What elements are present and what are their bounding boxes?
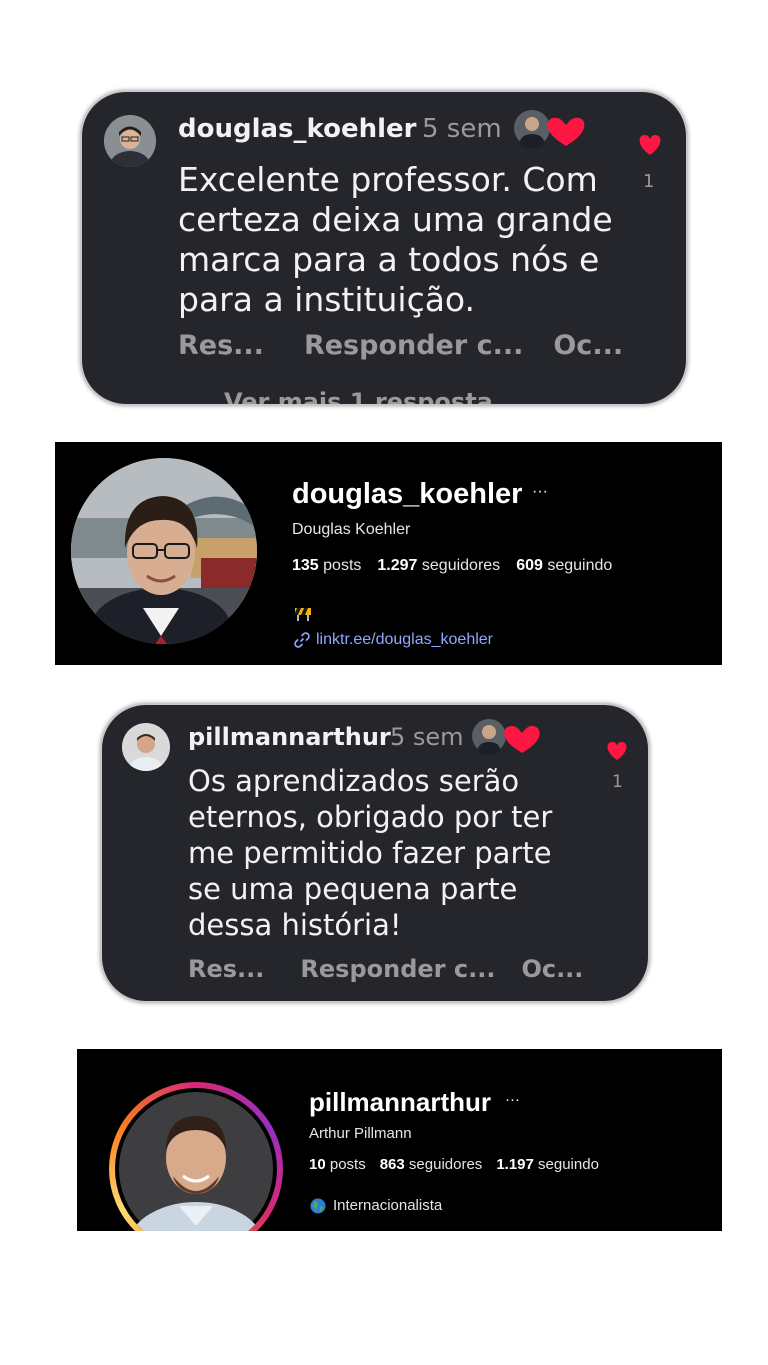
story-ring[interactable] bbox=[109, 1082, 283, 1231]
like-count: 1 bbox=[643, 171, 655, 192]
comment-time: 5 sem bbox=[422, 114, 502, 144]
profile-stats: 135 posts 1.297 seguidores 609 seguindo bbox=[292, 557, 612, 575]
followers-stat[interactable]: 1.297 seguidores bbox=[377, 557, 500, 575]
comment-line: Os aprendizados serão bbox=[188, 764, 520, 798]
heart-icon[interactable] bbox=[606, 741, 628, 765]
following-label: seguindo bbox=[547, 557, 613, 574]
more-options-icon[interactable]: ··· bbox=[532, 483, 548, 501]
profile-avatar[interactable] bbox=[115, 1088, 277, 1231]
comment-actions: Res... Responder c... Oc... bbox=[178, 330, 623, 361]
link-icon bbox=[293, 631, 311, 653]
reply-with-button[interactable]: Responder c... bbox=[300, 955, 495, 983]
comment-line: certeza deixa uma grande bbox=[178, 200, 613, 239]
comment-card-douglas: douglas_koehler 5 sem 1 Excelente profes… bbox=[80, 90, 688, 406]
following-count: 609 bbox=[516, 557, 543, 574]
posts-label: posts bbox=[323, 557, 362, 574]
comment-card-arthur: pillmannarthur 5 sem 1 Os aprendizados s… bbox=[100, 703, 650, 1003]
comment-line: Excelente professor. Com bbox=[178, 160, 598, 199]
followers-count: 863 bbox=[379, 1156, 405, 1173]
comment-line: se uma pequena parte bbox=[188, 872, 518, 906]
posts-stat[interactable]: 10 posts bbox=[309, 1156, 366, 1173]
following-count: 1.197 bbox=[496, 1156, 534, 1173]
hide-button[interactable]: Oc... bbox=[553, 330, 623, 361]
comment-actions: Res... Responder c... Oc... bbox=[188, 955, 583, 983]
profile-stats: 10 posts 863 seguidores 1.197 seguindo bbox=[309, 1156, 599, 1173]
comment-line: eternos, obrigado por ter bbox=[188, 800, 553, 834]
globe-emoji bbox=[310, 1198, 326, 1218]
more-options-icon[interactable]: ··· bbox=[505, 1091, 520, 1108]
profile-full-name: Douglas Koehler bbox=[292, 521, 411, 538]
comment-text: Excelente professor. Com certeza deixa u… bbox=[178, 160, 613, 320]
posts-count: 10 bbox=[309, 1156, 326, 1173]
comment-line: me permitido fazer parte bbox=[188, 836, 552, 870]
view-more-replies[interactable]: Ver mais 1 resposta bbox=[224, 388, 493, 404]
heart-icon[interactable] bbox=[638, 134, 662, 160]
posts-stat[interactable]: 135 posts bbox=[292, 557, 361, 575]
author-liked-badge bbox=[470, 717, 542, 756]
author-avatar-icon bbox=[472, 719, 540, 756]
construction-emoji bbox=[294, 605, 312, 625]
profile-banner-arthur: pillmannarthur ··· Arthur Pillmann 10 po… bbox=[77, 1049, 722, 1231]
commenter-avatar[interactable] bbox=[122, 723, 170, 771]
reply-button[interactable]: Res... bbox=[188, 955, 264, 983]
reply-with-button[interactable]: Responder c... bbox=[304, 330, 523, 361]
profile-banner-douglas: douglas_koehler ··· Douglas Koehler 135 … bbox=[55, 442, 722, 665]
posts-label: posts bbox=[329, 1156, 366, 1173]
commenter-username[interactable]: pillmannarthur bbox=[188, 723, 391, 751]
following-label: seguindo bbox=[538, 1156, 599, 1173]
profile-avatar[interactable] bbox=[71, 458, 257, 644]
profile-link[interactable]: linktr.ee/douglas_koehler bbox=[316, 631, 493, 649]
following-stat[interactable]: 1.197 seguindo bbox=[496, 1156, 599, 1173]
author-liked-badge bbox=[512, 108, 588, 150]
comment-time: 5 sem bbox=[390, 723, 464, 751]
commenter-avatar[interactable] bbox=[104, 115, 156, 167]
followers-label: seguidores bbox=[408, 1156, 483, 1173]
comment-text: Os aprendizados serão eternos, obrigado … bbox=[188, 763, 552, 943]
commenter-username[interactable]: douglas_koehler bbox=[178, 114, 417, 144]
reply-button[interactable]: Res... bbox=[178, 330, 264, 361]
profile-full-name: Arthur Pillmann bbox=[309, 1125, 412, 1142]
followers-count: 1.297 bbox=[377, 557, 418, 574]
following-stat[interactable]: 609 seguindo bbox=[516, 557, 612, 575]
profile-username[interactable]: pillmannarthur bbox=[309, 1087, 491, 1118]
author-avatar-icon bbox=[514, 110, 585, 150]
comment-line: para a instituição. bbox=[178, 280, 476, 319]
comment-line: dessa história! bbox=[188, 908, 402, 942]
profile-username[interactable]: douglas_koehler bbox=[292, 478, 522, 511]
like-count: 1 bbox=[612, 772, 623, 792]
profile-bio: Internacionalista bbox=[333, 1197, 443, 1214]
followers-label: seguidores bbox=[421, 557, 501, 574]
posts-count: 135 bbox=[292, 557, 319, 574]
hide-button[interactable]: Oc... bbox=[521, 955, 583, 983]
followers-stat[interactable]: 863 seguidores bbox=[380, 1156, 483, 1173]
comment-line: marca para a todos nós e bbox=[178, 240, 600, 279]
